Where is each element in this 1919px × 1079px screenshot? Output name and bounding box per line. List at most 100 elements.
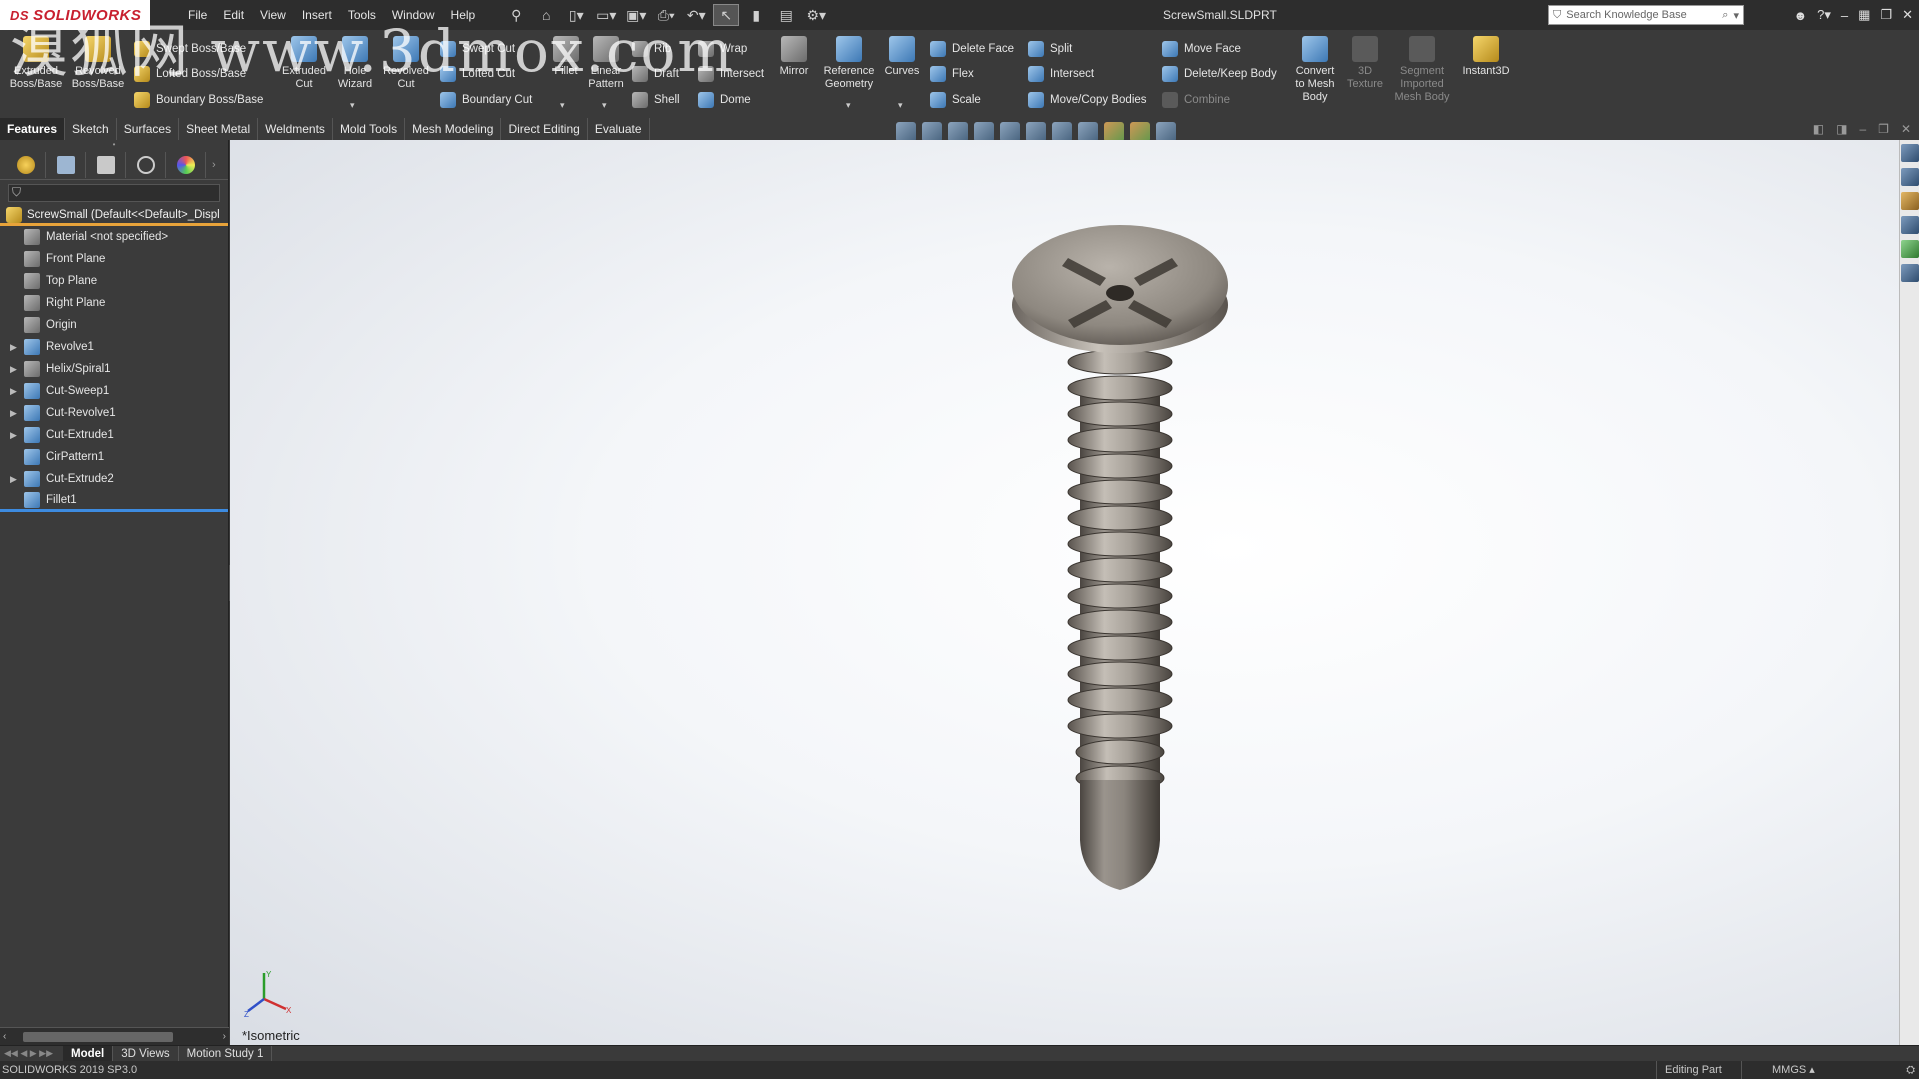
- tree-item[interactable]: Fillet1: [0, 490, 228, 512]
- view-settings-icon[interactable]: [1156, 122, 1176, 142]
- close-window-icon[interactable]: ✕: [1902, 7, 1913, 23]
- hide-show-items-icon[interactable]: [1078, 122, 1098, 142]
- user-account-icon[interactable]: ☻: [1793, 8, 1807, 23]
- undo-icon[interactable]: ↶▾: [683, 4, 709, 26]
- feature-manager-tab[interactable]: [6, 151, 46, 178]
- chevron-down-icon[interactable]: ▾: [1733, 9, 1739, 22]
- property-manager-tab[interactable]: [46, 151, 86, 178]
- display-style-icon[interactable]: [1052, 122, 1072, 142]
- doc-minimize-icon[interactable]: –: [1859, 122, 1866, 136]
- instant3d-button[interactable]: Instant3D: [1458, 36, 1514, 78]
- tab-3d-views[interactable]: 3D Views: [113, 1045, 179, 1062]
- menu-insert[interactable]: Insert: [294, 0, 340, 30]
- wrap-button[interactable]: Wrap: [698, 38, 747, 60]
- tree-item[interactable]: CirPattern1: [0, 446, 228, 468]
- apply-scene-icon[interactable]: [1130, 122, 1150, 142]
- expand-arrow-icon[interactable]: ▶: [10, 364, 24, 375]
- custom-properties-icon[interactable]: [1900, 264, 1919, 282]
- reference-geometry-button[interactable]: Reference Geometry: [818, 36, 880, 91]
- expand-arrow-icon[interactable]: ▶: [10, 386, 24, 397]
- zoom-to-fit-icon[interactable]: [896, 122, 916, 142]
- curves-button[interactable]: Curves: [882, 36, 922, 78]
- swept-cut-button[interactable]: Swept Cut: [440, 38, 515, 60]
- home-icon[interactable]: ⌂: [533, 4, 559, 26]
- tab-sketch[interactable]: Sketch: [65, 118, 117, 140]
- tab-features[interactable]: Features: [0, 118, 66, 140]
- scroll-thumb[interactable]: [23, 1031, 174, 1042]
- tree-item[interactable]: Origin: [0, 314, 228, 336]
- move-copy-bodies-button[interactable]: Move/Copy Bodies: [1028, 89, 1147, 111]
- expand-arrow-icon[interactable]: ▶: [10, 474, 24, 485]
- edit-appearance-icon[interactable]: [1104, 122, 1124, 142]
- file-explorer-icon[interactable]: [1900, 192, 1919, 210]
- menu-edit[interactable]: Edit: [215, 0, 252, 30]
- combine-button[interactable]: Combine: [1162, 89, 1230, 111]
- tile-left-icon[interactable]: ◧: [1813, 122, 1824, 136]
- delete-keep-body-button[interactable]: Delete/Keep Body: [1162, 63, 1277, 85]
- swept-boss-button[interactable]: Swept Boss/Base: [134, 38, 246, 60]
- scroll-right-icon[interactable]: ›: [220, 1031, 229, 1042]
- scale-button[interactable]: Scale: [930, 89, 981, 111]
- tree-item[interactable]: ▶ Cut-Revolve1: [0, 402, 228, 424]
- fillet-dropdown-icon[interactable]: ▾: [560, 100, 565, 111]
- print-icon[interactable]: ⎙▾: [653, 4, 679, 26]
- menu-tools[interactable]: Tools: [340, 0, 384, 30]
- tree-root-part[interactable]: ScrewSmall (Default<<Default>_Displ: [0, 206, 228, 226]
- panel-grip[interactable]: •: [0, 140, 228, 150]
- view-orientation-icon[interactable]: [1026, 122, 1046, 142]
- new-document-icon[interactable]: ▯▾: [563, 4, 589, 26]
- search-scope-icon[interactable]: ⛉: [1553, 9, 1561, 22]
- select-cursor-icon[interactable]: ↖: [713, 4, 740, 26]
- mirror-button[interactable]: Mirror: [776, 36, 812, 78]
- intersect-button[interactable]: Intersect: [698, 63, 764, 85]
- display-manager-tab[interactable]: [166, 151, 206, 178]
- revolved-boss-button[interactable]: Revolved Boss/Base: [68, 36, 128, 91]
- tree-item[interactable]: ▶ Cut-Extrude2: [0, 468, 228, 490]
- convert-to-mesh-button[interactable]: Convert to Mesh Body: [1290, 36, 1340, 104]
- tree-item[interactable]: Right Plane: [0, 292, 228, 314]
- view-palette-icon[interactable]: [1900, 216, 1919, 234]
- search-knowledge-base-input[interactable]: ⛉ Search Knowledge Base ⌕ ▾: [1548, 5, 1744, 25]
- tile-right-icon[interactable]: ◨: [1836, 122, 1847, 136]
- rib-button[interactable]: Rib: [632, 38, 671, 60]
- tab-direct-editing[interactable]: Direct Editing: [501, 118, 588, 140]
- tab-navigation-buttons[interactable]: ◀◀ ◀ ▶ ▶▶: [0, 1048, 53, 1059]
- curves-dropdown-icon[interactable]: ▾: [898, 100, 903, 111]
- minimize-window-icon[interactable]: –: [1841, 8, 1848, 23]
- tree-item[interactable]: ▶ Revolve1: [0, 336, 228, 358]
- expand-arrow-icon[interactable]: ▶: [10, 408, 24, 419]
- search-icon[interactable]: ⌕: [1722, 9, 1728, 22]
- menu-help[interactable]: Help: [443, 0, 484, 30]
- tree-item[interactable]: Front Plane: [0, 248, 228, 270]
- tree-item[interactable]: ▶ Cut-Extrude1: [0, 424, 228, 446]
- dimxpert-tab[interactable]: [126, 151, 166, 178]
- doc-restore-icon[interactable]: ❐: [1878, 122, 1889, 136]
- revolved-cut-button[interactable]: Revolved Cut: [378, 36, 434, 91]
- tab-weldments[interactable]: Weldments: [258, 118, 333, 140]
- linear-pattern-button[interactable]: Linear Pattern: [586, 36, 626, 91]
- lofted-boss-button[interactable]: Lofted Boss/Base: [134, 63, 246, 85]
- 3d-texture-button[interactable]: 3D Texture: [1344, 36, 1386, 91]
- linear-pattern-dropdown-icon[interactable]: ▾: [602, 100, 607, 111]
- configuration-manager-tab[interactable]: [86, 151, 126, 178]
- tree-item[interactable]: ▶ Cut-Sweep1: [0, 380, 228, 402]
- hole-wizard-button[interactable]: Hole Wizard: [334, 36, 376, 91]
- intersect-body-button[interactable]: Intersect: [1028, 63, 1094, 85]
- shell-button[interactable]: Shell: [632, 89, 680, 111]
- tree-filter-input[interactable]: ⛉: [8, 184, 220, 202]
- tile-windows-icon[interactable]: ▦: [1858, 7, 1870, 23]
- dynamic-annotation-icon[interactable]: [1000, 122, 1020, 142]
- tab-mold-tools[interactable]: Mold Tools: [333, 118, 406, 140]
- boundary-cut-button[interactable]: Boundary Cut: [440, 89, 532, 111]
- tab-model[interactable]: Model: [63, 1045, 114, 1062]
- solidworks-logo[interactable]: DS SOLIDWORKS: [0, 0, 150, 30]
- move-face-button[interactable]: Move Face: [1162, 38, 1241, 60]
- pin-icon[interactable]: ⚲: [503, 4, 529, 26]
- dome-button[interactable]: Dome: [698, 89, 751, 111]
- options-gear-icon[interactable]: ⚙▾: [803, 4, 829, 26]
- tree-item[interactable]: Material <not specified>: [0, 226, 228, 248]
- panel-horizontal-scrollbar[interactable]: ‹ ›: [0, 1027, 229, 1045]
- save-icon[interactable]: ▣▾: [623, 4, 649, 26]
- help-icon[interactable]: ?▾: [1817, 7, 1831, 23]
- section-view-icon[interactable]: [974, 122, 994, 142]
